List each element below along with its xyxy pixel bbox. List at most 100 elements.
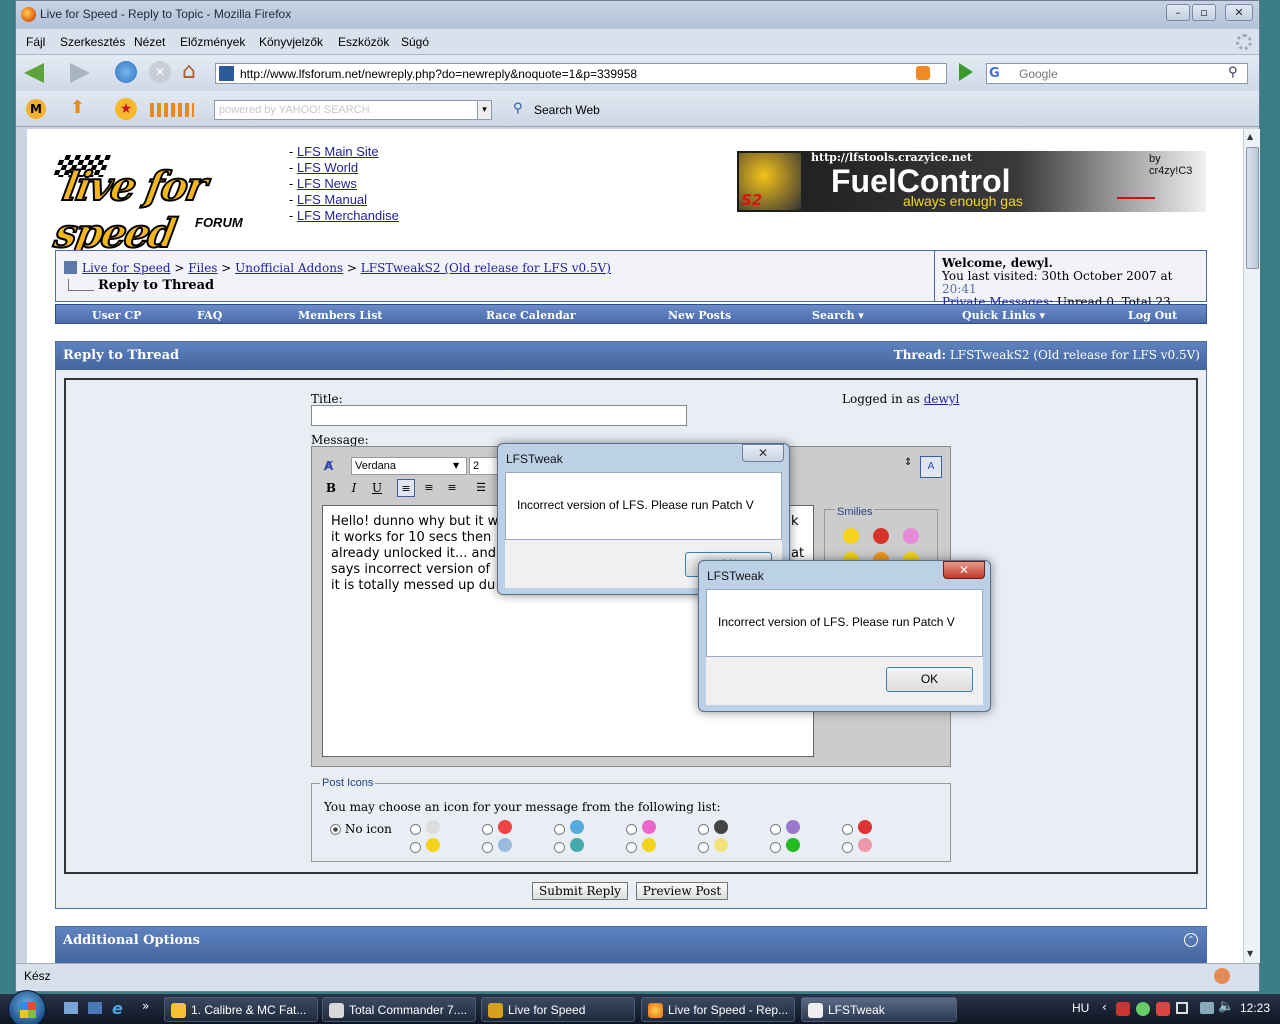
menu-edit[interactable]: Szerkesztés [60, 35, 125, 49]
addon-status-icon[interactable] [1214, 968, 1230, 984]
submit-reply-button[interactable]: Submit Reply [532, 882, 628, 900]
star-icon[interactable]: ★ [115, 98, 137, 120]
tray-security-icon[interactable] [1116, 1002, 1130, 1016]
nav-race-calendar[interactable]: Race Calendar [486, 309, 576, 322]
close-window-button[interactable]: ✕ [1225, 4, 1253, 21]
post-icon-radio[interactable] [842, 824, 853, 835]
search-icon[interactable]: ⚲ [1228, 65, 1238, 80]
menu-bookmarks[interactable]: Könyvjelzők [259, 35, 323, 49]
nav-members-list[interactable]: Members List [298, 309, 383, 322]
post-icon-radio[interactable] [482, 842, 493, 853]
post-icon-radio[interactable] [626, 824, 637, 835]
post-icon-radio[interactable] [698, 842, 709, 853]
resize-arrows-icon[interactable]: ⇕ [904, 457, 912, 468]
volume-icon[interactable]: 🔈 [1218, 999, 1234, 1014]
logged-in-user[interactable]: dewyl [924, 392, 960, 406]
maximize-button[interactable]: ▫ [1192, 4, 1216, 21]
forward-icon[interactable] [70, 63, 90, 83]
dialog-front-ok-button[interactable]: OK [886, 667, 973, 692]
crumb-lfs[interactable]: Live for Speed [82, 261, 171, 275]
yahoo-search-input[interactable]: powered by YAHOO! SEARCH [214, 100, 482, 120]
link-merchandise[interactable]: LFS Merchandise [297, 208, 399, 223]
address-field[interactable]: http://www.lfsforum.net/newreply.php?do=… [215, 63, 947, 84]
post-icon-radio[interactable] [554, 842, 565, 853]
align-left-button[interactable]: ≡ [397, 479, 415, 497]
nav-faq[interactable]: FAQ [197, 309, 222, 322]
yahoo-dropdown[interactable]: ▾ [477, 100, 492, 120]
tray-messenger-icon[interactable] [1136, 1002, 1150, 1016]
dialog-back-close-icon[interactable]: ✕ [742, 444, 784, 462]
bold-button[interactable]: B [322, 479, 340, 497]
title-input[interactable] [311, 405, 687, 426]
post-icon-radio[interactable] [770, 842, 781, 853]
task-lfstweak[interactable]: LFSTweak [801, 997, 957, 1022]
fuelcontrol-banner[interactable]: S2 http://lfstools.crazyice.net FuelCont… [737, 151, 1206, 212]
menu-tools[interactable]: Eszközök [338, 35, 389, 49]
page-scrollbar[interactable]: ▲ ▼ [1243, 129, 1260, 963]
no-icon-radio[interactable] [330, 824, 341, 835]
preview-post-button[interactable]: Preview Post [636, 882, 728, 900]
tray-monitor-icon[interactable] [1200, 1002, 1214, 1014]
no-icon-option[interactable]: No icon [330, 822, 392, 836]
tray-app-icon[interactable] [1156, 1002, 1170, 1016]
crumb-files[interactable]: Files [188, 261, 217, 275]
wysiwyg-toggle-icon[interactable]: A [920, 456, 942, 478]
up-arrow-icon[interactable]: ⬆ [70, 97, 85, 118]
menu-help[interactable]: Súgó [401, 35, 429, 49]
link-lfs-manual[interactable]: LFS Manual [297, 192, 367, 207]
rss-icon[interactable] [916, 66, 930, 80]
link-lfs-world[interactable]: LFS World [297, 160, 358, 175]
task-total-commander[interactable]: Total Commander 7.... [322, 997, 476, 1022]
post-icon-radio[interactable] [482, 824, 493, 835]
task-firefox[interactable]: Live for Speed - Rep... [641, 997, 795, 1022]
crumb-lfstweak[interactable]: LFSTweakS2 (Old release for LFS v0.5V) [361, 261, 611, 275]
post-icon-radio[interactable] [554, 824, 565, 835]
quicklaunch-ie-icon[interactable]: e [112, 999, 123, 1018]
nav-search[interactable]: Search ▾ [812, 309, 864, 322]
quicklaunch-desktop-icon[interactable] [88, 1002, 102, 1014]
italic-button[interactable]: I [345, 479, 363, 497]
post-icon-radio[interactable] [770, 824, 781, 835]
link-lfs-news[interactable]: LFS News [297, 176, 357, 191]
post-icon-radio[interactable] [842, 842, 853, 853]
search-web-button[interactable]: Search Web [534, 103, 600, 117]
scrollbar-thumb[interactable] [1246, 147, 1259, 269]
reload-icon[interactable] [115, 61, 137, 83]
language-indicator[interactable]: HU [1072, 1001, 1089, 1015]
quicklaunch-explorer-icon[interactable] [64, 1002, 78, 1014]
nav-new-posts[interactable]: New Posts [668, 309, 731, 322]
crumb-unofficial-addons[interactable]: Unofficial Addons [235, 261, 343, 275]
task-calibre[interactable]: 1. Calibre & MC Fat... [164, 997, 318, 1022]
nav-quick-links[interactable]: Quick Links ▾ [962, 309, 1045, 322]
menu-view[interactable]: Nézet [134, 35, 165, 49]
m-button-icon[interactable]: M [26, 99, 46, 119]
tongue-icon[interactable] [903, 528, 919, 544]
quicklaunch-more-icon[interactable]: » [142, 999, 149, 1013]
go-icon[interactable] [959, 63, 973, 81]
font-select[interactable]: Verdana [351, 457, 467, 475]
post-icon-radio[interactable] [410, 842, 421, 853]
switch-mode-icon[interactable]: A̸ [324, 459, 333, 473]
task-live-for-speed[interactable]: Live for Speed [481, 997, 635, 1022]
minimize-button[interactable]: – [1166, 4, 1190, 21]
underline-button[interactable]: U [368, 479, 386, 497]
nav-user-cp[interactable]: User CP [92, 309, 141, 322]
menu-history[interactable]: Előzmények [180, 35, 245, 49]
stop-icon[interactable]: ✕ [149, 61, 171, 83]
home-icon[interactable]: ⌂ [182, 59, 196, 84]
back-icon[interactable] [24, 63, 44, 83]
align-right-button[interactable]: ≡ [443, 479, 461, 497]
link-main-site[interactable]: LFS Main Site [297, 144, 379, 159]
collapse-icon[interactable]: ⌃ [1184, 933, 1198, 947]
nav-log-out[interactable]: Log Out [1128, 309, 1177, 322]
post-icon-radio[interactable] [698, 824, 709, 835]
ordered-list-button[interactable]: ☰ [472, 479, 490, 497]
menu-file[interactable]: Fájl [26, 35, 45, 49]
google-icon[interactable]: G [989, 66, 1000, 81]
tray-expand-icon[interactable]: ‹ [1102, 1000, 1107, 1014]
google-search-input[interactable]: Google [986, 63, 1248, 84]
start-button[interactable] [8, 990, 46, 1024]
post-icon-radio[interactable] [410, 824, 421, 835]
tray-network-icon[interactable] [1176, 1002, 1188, 1014]
dialog-front-close-icon[interactable]: ✕ [943, 561, 985, 579]
